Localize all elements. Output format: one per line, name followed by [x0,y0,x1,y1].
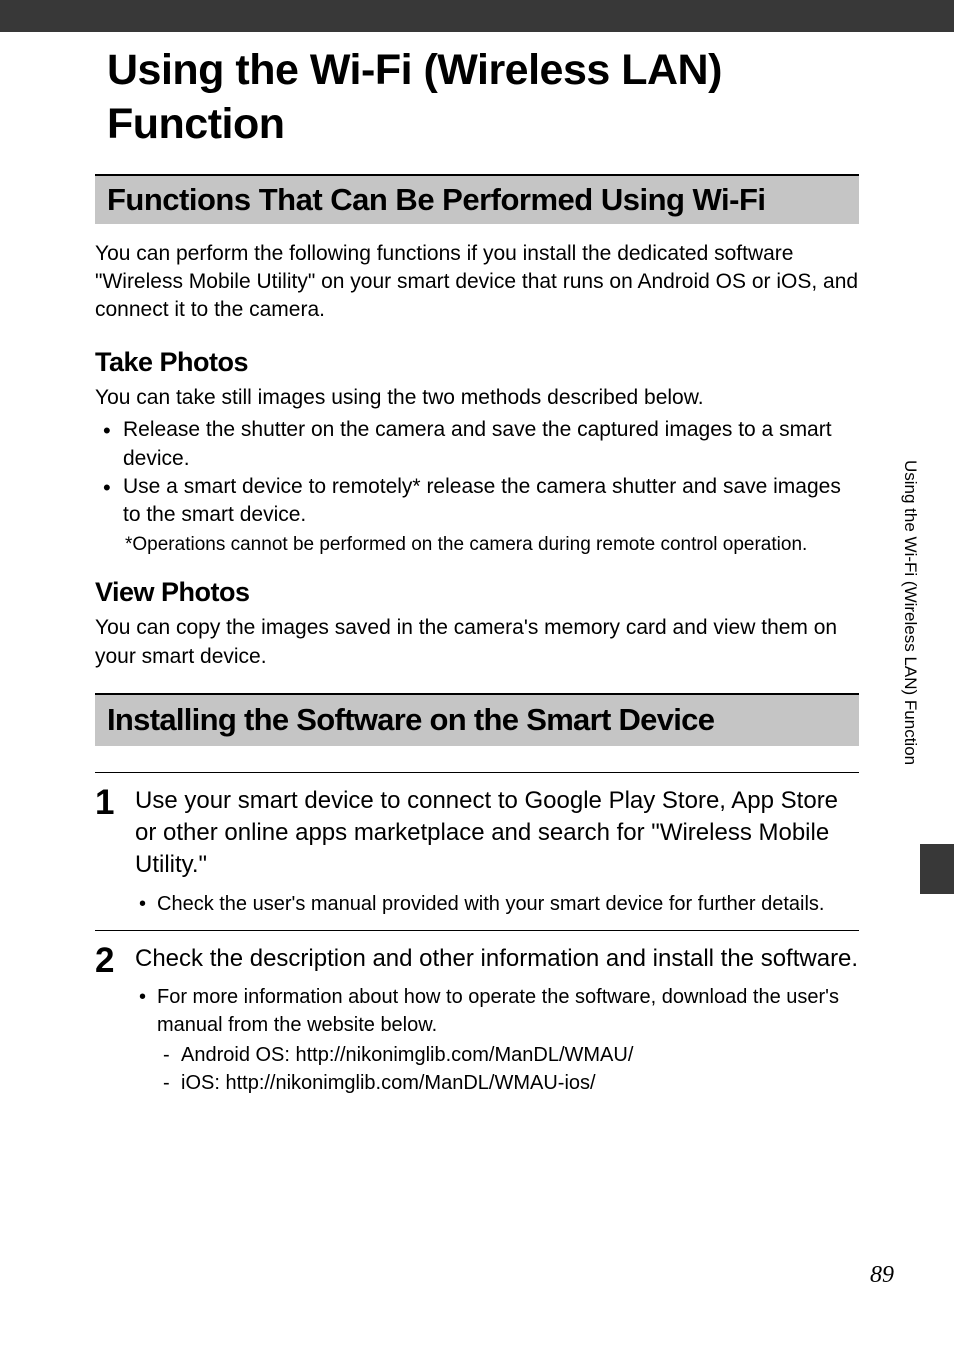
bullet-item: Release the shutter on the camera and sa… [95,416,859,473]
bullet-item: Check the user's manual provided with yo… [135,890,859,918]
step-content: Use your smart device to connect to Goog… [135,785,859,918]
bullet-item: For more information about how to operat… [135,983,859,1039]
take-photos-intro: You can take still images using the two … [95,384,859,412]
step-content: Check the description and other informat… [135,943,859,1097]
section-intro: You can perform the following functions … [95,240,859,325]
footnote-remote: *Operations cannot be performed on the c… [95,532,859,558]
top-bar [0,0,954,32]
take-photos-bullets: Release the shutter on the camera and sa… [95,416,859,529]
step-bullets: For more information about how to operat… [135,983,859,1039]
page-content: Using the Wi-Fi (Wireless LAN) Function … [0,32,954,1097]
step-number: 2 [95,943,135,1097]
section-heading-functions: Functions That Can Be Performed Using Wi… [95,174,859,224]
step-heading: Use your smart device to connect to Goog… [135,785,859,882]
chapter-title: Using the Wi-Fi (Wireless LAN) Function [95,44,859,152]
step-number: 1 [95,785,135,918]
subheading-view-photos: View Photos [95,577,859,608]
step-2: 2 Check the description and other inform… [95,930,859,1097]
dash-item: Android OS: http://nikonimglib.com/ManDL… [135,1041,859,1069]
dash-item: iOS: http://nikonimglib.com/ManDL/WMAU-i… [135,1069,859,1097]
subheading-take-photos: Take Photos [95,347,859,378]
side-marker [920,844,954,894]
step-bullets: Check the user's manual provided with yo… [135,890,859,918]
bullet-item: Use a smart device to remotely* release … [95,473,859,530]
view-photos-body: You can copy the images saved in the cam… [95,614,859,671]
dash-list: Android OS: http://nikonimglib.com/ManDL… [135,1041,859,1097]
page-number: 89 [870,1262,894,1289]
step-1: 1 Use your smart device to connect to Go… [95,772,859,918]
step-heading: Check the description and other informat… [135,943,859,975]
side-tab-label: Using the Wi-Fi (Wireless LAN) Function [900,460,920,765]
section-heading-installing: Installing the Software on the Smart Dev… [95,693,859,746]
